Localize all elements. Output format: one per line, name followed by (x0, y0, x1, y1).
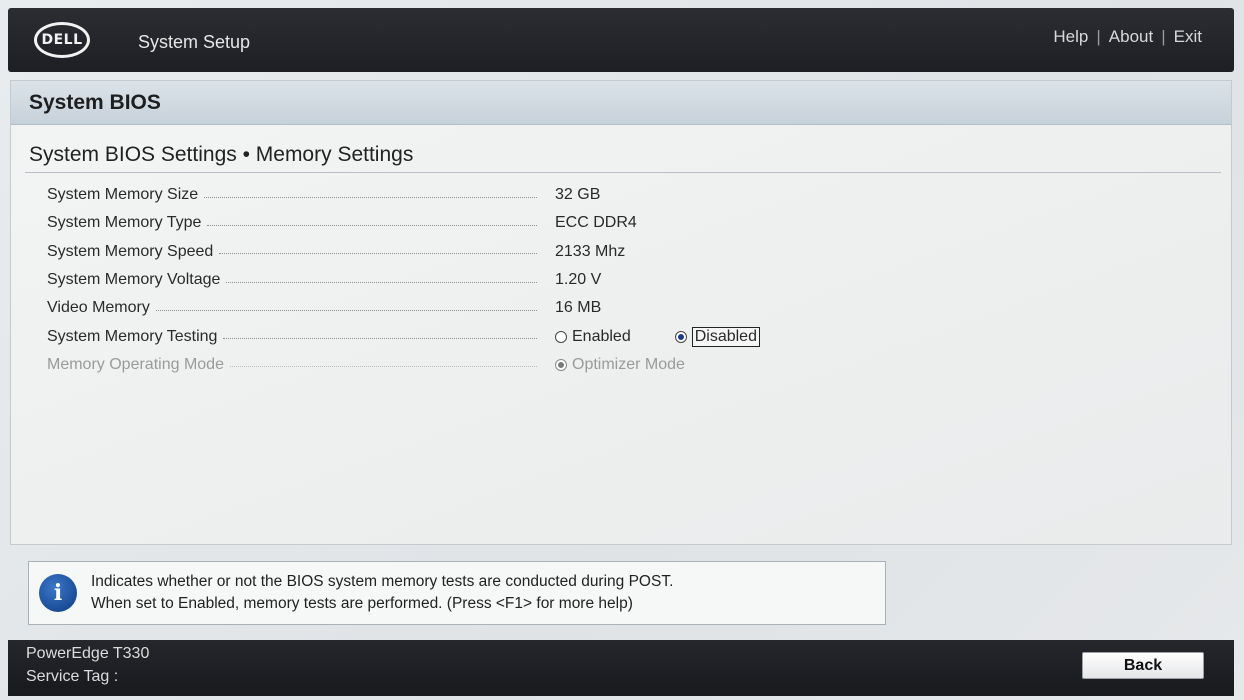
setting-label: System Memory Voltage (47, 271, 221, 289)
setting-label: System Memory Testing (47, 327, 218, 345)
help-line: Indicates whether or not the BIOS system… (91, 573, 674, 590)
service-tag-label: Service Tag : (26, 668, 119, 685)
option-label: Optimizer Mode (572, 355, 685, 373)
back-button[interactable]: Back (1082, 652, 1204, 679)
help-box: i Indicates whether or not the BIOS syst… (28, 561, 886, 625)
info-icon: i (39, 574, 77, 612)
app-title: System Setup (138, 32, 251, 52)
leader-dots (204, 196, 537, 198)
settings-panel: System BIOS System BIOS Settings • Memor… (10, 80, 1232, 545)
radio-icon[interactable] (555, 330, 567, 343)
help-text: Indicates whether or not the BIOS system… (91, 571, 673, 615)
setting-value: 32 GB (555, 186, 601, 204)
leader-dots (226, 281, 537, 283)
option-label: Enabled (572, 327, 631, 345)
leader-dots (223, 338, 537, 340)
setting-label: Video Memory (47, 299, 150, 317)
setting-label: System Memory Type (47, 214, 202, 232)
setting-row-memory-voltage: System Memory Voltage 1.20 V (47, 266, 847, 294)
leader-dots (207, 224, 537, 226)
help-link[interactable]: Help (1053, 27, 1088, 47)
settings-list: System Memory Size 32 GB System Memory T… (47, 181, 847, 379)
about-link[interactable]: About (1109, 27, 1153, 47)
top-links: Help | About | Exit (1053, 27, 1202, 47)
setting-label: System Memory Size (47, 186, 199, 204)
setting-row-memory-type: System Memory Type ECC DDR4 (47, 209, 847, 237)
leader-dots (219, 253, 537, 255)
leader-dots (229, 366, 537, 368)
radio-selected-icon[interactable] (674, 330, 687, 343)
option-optimizer-mode: Optimizer Mode (555, 356, 685, 374)
setting-row-operating-mode: Memory Operating Mode Optimizer Mode (47, 351, 847, 379)
top-bar: DELL System Setup Help | About | Exit (8, 8, 1234, 72)
setting-row-memory-testing: System Memory Testing Enabled Disabled (47, 322, 847, 350)
setting-value: 1.20 V (555, 271, 602, 289)
setting-row-memory-speed: System Memory Speed 2133 Mhz (47, 238, 847, 266)
leader-dots (155, 309, 537, 311)
panel-title: System BIOS (11, 81, 1231, 125)
option-label: Disabled (691, 326, 760, 347)
exit-link[interactable]: Exit (1174, 27, 1202, 47)
setting-value: ECC DDR4 (555, 214, 637, 232)
help-line: When set to Enabled, memory tests are pe… (91, 595, 633, 612)
option-disabled[interactable]: Disabled (674, 326, 760, 347)
radio-selected-icon (555, 358, 567, 371)
page-breadcrumb: System BIOS Settings • Memory Settings (29, 143, 414, 166)
footer-bar: PowerEdge T330 Service Tag : Back (8, 640, 1234, 696)
setting-value: 2133 Mhz (555, 242, 626, 260)
setting-row-video-memory: Video Memory 16 MB (47, 294, 847, 322)
system-model: PowerEdge T330 (26, 645, 150, 662)
link-separator: | (1161, 27, 1166, 46)
setting-row-memory-size: System Memory Size 32 GB (47, 181, 847, 209)
link-separator: | (1096, 27, 1101, 46)
operating-mode-options: Optimizer Mode (555, 356, 723, 374)
setting-label: System Memory Speed (47, 242, 214, 260)
divider (25, 172, 1221, 173)
setting-label: Memory Operating Mode (47, 355, 224, 373)
setting-value: 16 MB (555, 299, 602, 317)
option-enabled[interactable]: Enabled (555, 328, 631, 346)
memory-testing-options: Enabled Disabled (555, 326, 798, 347)
dell-logo-icon: DELL (34, 22, 90, 58)
